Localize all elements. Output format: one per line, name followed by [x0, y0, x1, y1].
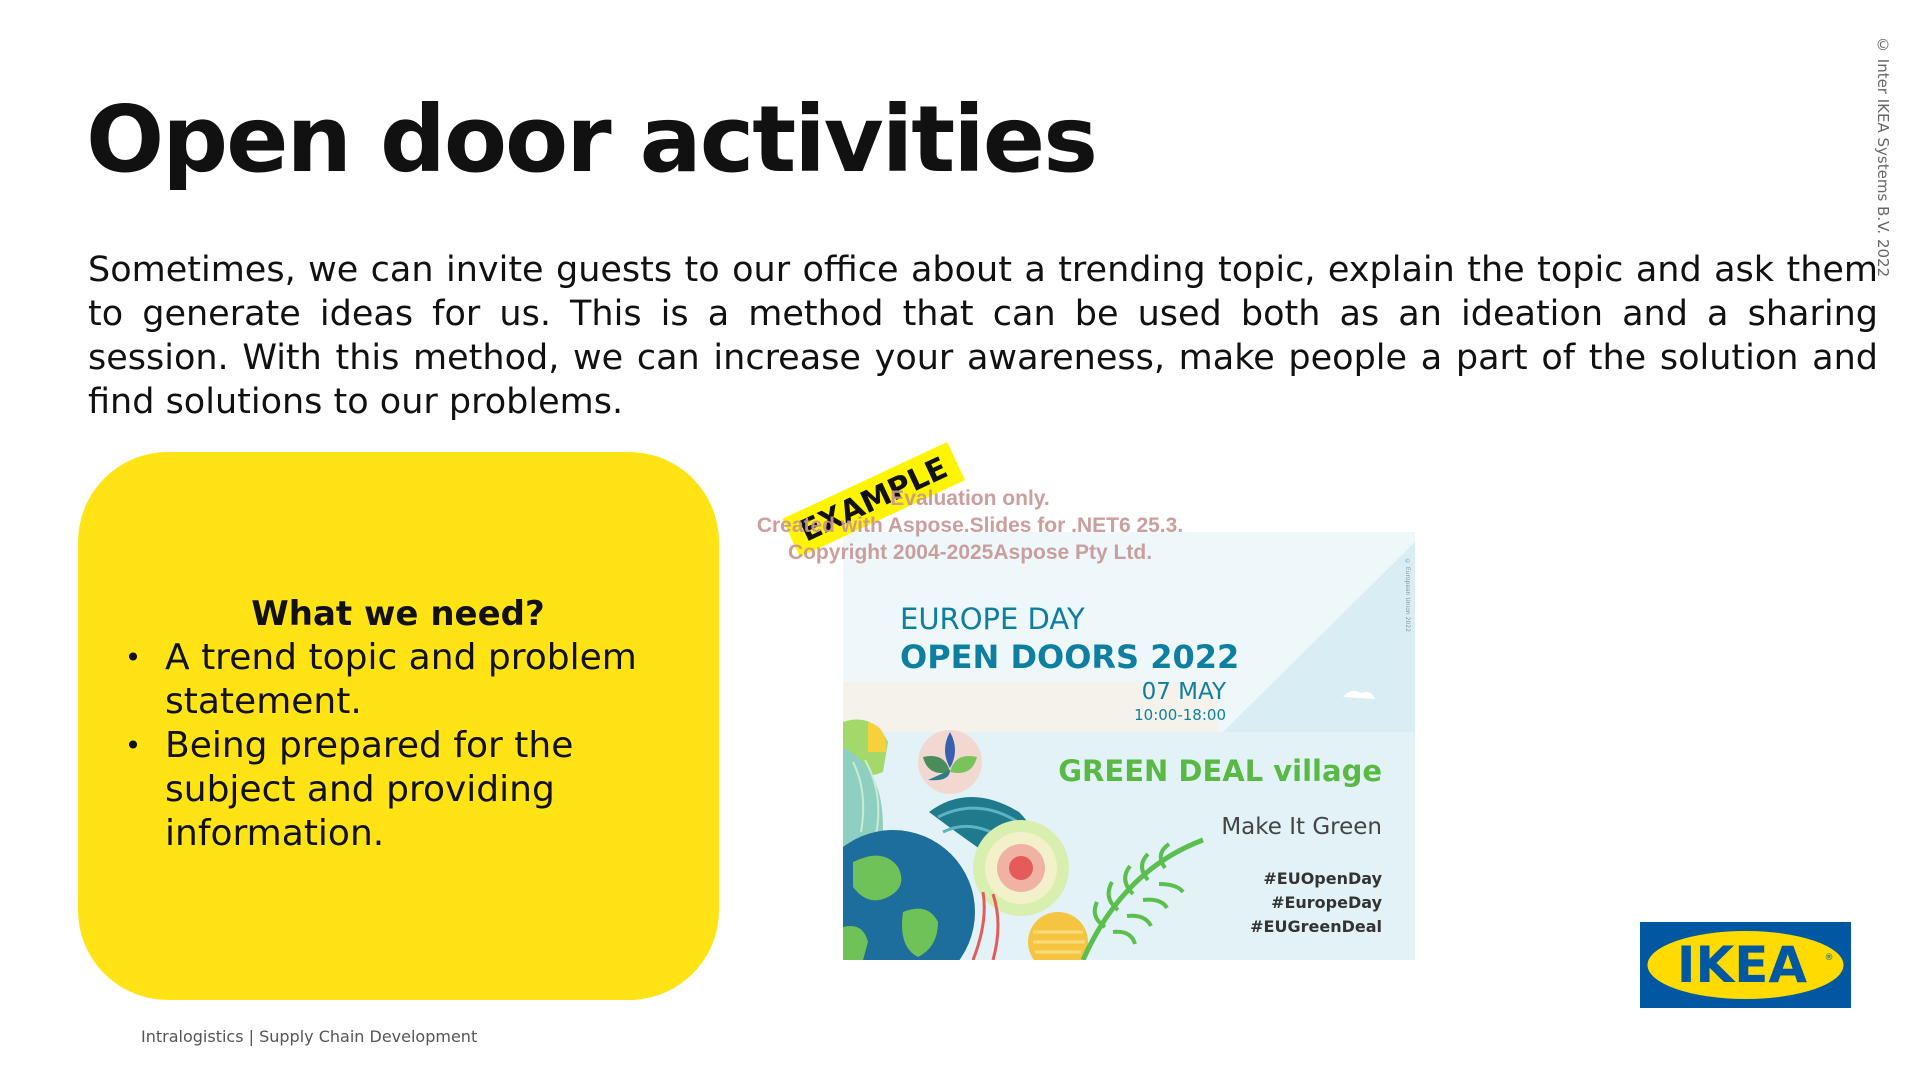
watermark-line: Created with Aspose.Slides for .NET6 25.…: [756, 514, 1184, 537]
watermark-line: Copyright 2004-2025Aspose Pty Ltd.: [787, 541, 1153, 564]
slide-title: Open door activities: [86, 86, 1098, 193]
poster-hashtag: #EUGreenDeal: [1250, 917, 1382, 936]
copyright-notice: © Inter IKEA Systems B.V. 2022: [1874, 36, 1892, 278]
evaluation-watermark: Evaluation only. Created with Aspose.Sli…: [700, 485, 1240, 566]
body-paragraph: Sometimes, we can invite guests to our o…: [88, 250, 1878, 422]
poster-green-deal: GREEN DEAL village: [1058, 754, 1382, 788]
poster-credit: © European Union 2022: [1404, 558, 1411, 632]
ikea-logo-graphic: IKEA ®: [1640, 922, 1851, 1008]
poster-make-it-green: Make It Green: [1221, 814, 1382, 840]
need-heading: What we need?: [251, 594, 545, 634]
ikea-registered-mark: ®: [1825, 953, 1834, 963]
what-we-need-box: What we need? • A trend topic and proble…: [78, 452, 719, 1000]
europe-day-poster-image: EUROPE DAY OPEN DOORS 2022 07 MAY 10:00-…: [843, 532, 1415, 960]
need-item-text: Being prepared for the subject and provi…: [165, 725, 574, 854]
ikea-logo-text: IKEA: [1677, 936, 1808, 994]
watermark-line: Evaluation only.: [890, 487, 1050, 510]
poster-hours: 10:00-18:00: [1134, 706, 1226, 724]
need-item-text: A trend topic and problem statement.: [165, 637, 637, 722]
poster-hashtag: #EUOpenDay: [1263, 869, 1382, 888]
ikea-logo: IKEA ®: [1640, 922, 1851, 1008]
bullet: •: [124, 729, 142, 762]
bullet: •: [124, 641, 142, 674]
poster-hashtag: #EuropeDay: [1271, 893, 1382, 912]
need-list: • A trend topic and problem statement. •…: [118, 636, 678, 856]
footer-text: Intralogistics | Supply Chain Developmen…: [141, 1027, 478, 1046]
need-item: • A trend topic and problem statement.: [118, 636, 678, 724]
poster-line-open-doors: OPEN DOORS 2022: [900, 638, 1240, 676]
poster-date: 07 MAY: [1141, 679, 1226, 705]
poster-line-europe-day: EUROPE DAY: [900, 602, 1085, 636]
need-item: • Being prepared for the subject and pro…: [118, 724, 678, 856]
